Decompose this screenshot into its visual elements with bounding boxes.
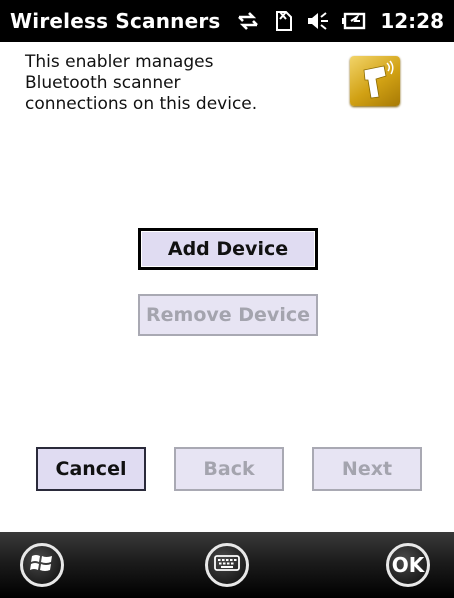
soft-key-bar: OK: [0, 532, 454, 598]
clock[interactable]: 12:28: [380, 9, 444, 33]
cancel-button[interactable]: Cancel: [36, 447, 146, 491]
app-title: Wireless Scanners: [10, 9, 221, 33]
connectivity-icon[interactable]: [236, 10, 260, 32]
no-sim-icon[interactable]: [272, 9, 294, 33]
keyboard-button[interactable]: [205, 543, 249, 587]
windows-start-button[interactable]: [20, 543, 64, 587]
keyboard-icon: [214, 554, 240, 577]
battery-icon[interactable]: [342, 11, 368, 31]
volume-icon[interactable]: [306, 10, 330, 32]
screen: Wireless Scanners 12:28 This enabler man…: [0, 0, 454, 598]
bluetooth-scanner-icon: [350, 56, 400, 106]
next-button[interactable]: Next: [312, 447, 422, 491]
add-device-button[interactable]: Add Device: [138, 228, 318, 270]
status-icons: 12:28: [236, 8, 444, 34]
back-button[interactable]: Back: [174, 447, 284, 491]
ok-label: OK: [391, 553, 425, 577]
description-text: This enabler manages Bluetooth scanner c…: [25, 52, 258, 114]
title-bar: Wireless Scanners 12:28: [0, 0, 454, 42]
windows-start-icon: [30, 551, 54, 580]
remove-device-button[interactable]: Remove Device: [138, 294, 318, 336]
ok-button[interactable]: OK: [386, 543, 430, 587]
